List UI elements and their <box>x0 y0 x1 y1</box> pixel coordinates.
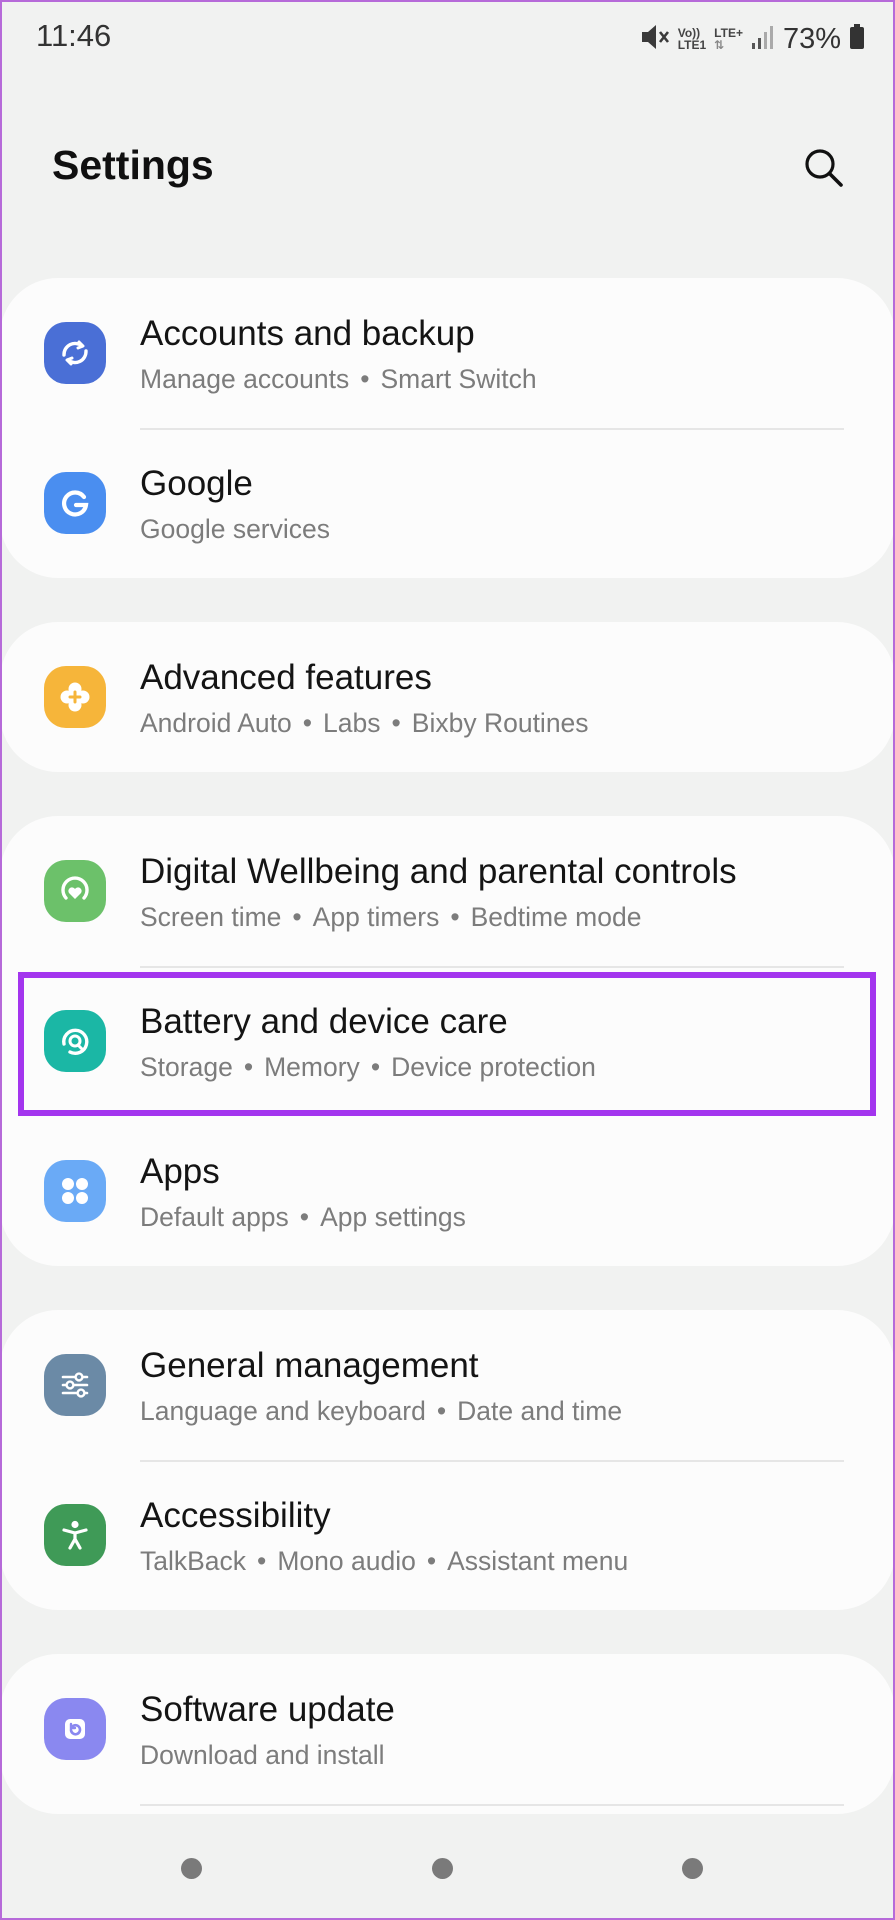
sync-icon <box>44 322 106 384</box>
subtitle-part: Memory <box>264 1052 360 1082</box>
subtitle-part: Android Auto <box>140 708 292 738</box>
item-subtitle: Android Auto • Labs • Bixby Routines <box>140 708 589 738</box>
item-subtitle: Storage • Memory • Device protection <box>140 1052 596 1082</box>
settings-item-accounts-and-backup[interactable]: Accounts and backup Manage accounts • Smar… <box>0 278 895 428</box>
subtitle-part: Labs <box>323 708 381 738</box>
settings-item-software-update[interactable]: Software update Download and install <box>0 1654 895 1804</box>
settings-item-google[interactable]: Google Google services <box>0 428 895 578</box>
status-time: 11:46 <box>36 18 112 53</box>
recent-apps-button[interactable] <box>181 1858 202 1879</box>
card-accounts: Accounts and backup Manage accounts • Smar… <box>0 278 895 578</box>
item-title: Battery and device care <box>140 1002 508 1041</box>
item-title: General management <box>140 1346 479 1385</box>
item-title: Advanced features <box>140 658 432 697</box>
status-bar: 11:46 Vo)) LTE1 LTE+ ⇅ 73% <box>0 0 895 76</box>
accessibility-person-icon <box>44 1504 106 1566</box>
settings-item-apps[interactable]: Apps Default apps • App settings <box>0 1116 895 1266</box>
card-advanced: Advanced features Android Auto • Labs • Bixb… <box>0 622 895 772</box>
subtitle-part: Date and time <box>457 1396 623 1426</box>
item-title: Apps <box>140 1152 220 1191</box>
subtitle-part: Storage <box>140 1052 233 1082</box>
lte-plus-indicator: LTE+ ⇅ <box>714 27 743 51</box>
item-subtitle: Google services <box>140 514 330 545</box>
search-button[interactable] <box>798 142 850 194</box>
item-subtitle: Default apps • App settings <box>140 1202 466 1232</box>
subtitle-part: Download and install <box>140 1740 385 1770</box>
card-software: Software update Download and install <box>0 1654 895 1814</box>
status-icons: Vo)) LTE1 LTE+ ⇅ 73% <box>640 20 865 58</box>
mute-icon <box>640 23 670 56</box>
item-title: Software update <box>140 1690 395 1729</box>
item-subtitle: Language and keyboard • Date and time <box>140 1396 623 1426</box>
subtitle-part: Assistant menu <box>447 1546 629 1576</box>
sliders-icon <box>44 1354 106 1416</box>
settings-item-general-management[interactable]: General management Language and keyboard… <box>0 1310 895 1460</box>
subtitle-part: Mono audio <box>277 1546 416 1576</box>
subtitle-part: Bixby Routines <box>411 708 589 738</box>
subtitle-part: Google services <box>140 514 331 544</box>
subtitle-part: App settings <box>320 1202 466 1232</box>
back-button[interactable] <box>682 1858 703 1879</box>
subtitle-part: App timers <box>312 902 440 932</box>
settings-item-digital-wellbeing[interactable]: Digital Wellbeing and parental controls … <box>0 816 895 966</box>
apps-grid-icon <box>44 1160 106 1222</box>
settings-item-accessibility[interactable]: Accessibility TalkBack • Mono audio • Assist… <box>0 1460 895 1610</box>
subtitle-part: Device protection <box>391 1052 596 1082</box>
item-subtitle: TalkBack • Mono audio • Assistant menu <box>140 1546 629 1576</box>
data-arrows-icon: ⇅ <box>714 38 725 52</box>
page-title: Settings <box>52 142 214 188</box>
subtitle-part: Screen time <box>140 902 282 932</box>
item-title: Accessibility <box>140 1496 331 1535</box>
item-subtitle: Screen time • App timers • Bedtime mode <box>140 902 642 932</box>
battery-percent: 73% <box>782 22 841 55</box>
card-device: Digital Wellbeing and parental controls … <box>0 816 895 1266</box>
settings-item-battery-and-device-care[interactable]: Battery and device care Storage • Memory • D… <box>0 966 895 1116</box>
subtitle-part: Manage accounts <box>140 364 350 394</box>
battery-icon <box>849 23 865 55</box>
software-update-icon <box>44 1698 106 1760</box>
signal-icon <box>751 23 775 56</box>
heart-ring-icon <box>44 860 106 922</box>
lte1-label: LTE1 <box>677 38 707 52</box>
subtitle-part: TalkBack <box>140 1546 247 1576</box>
subtitle-part: Language and keyboard <box>140 1396 426 1426</box>
item-subtitle: Manage accounts • Smart Switch <box>140 364 537 394</box>
puzzle-plus-icon <box>44 666 106 728</box>
item-title: Accounts and backup <box>140 314 475 353</box>
google-g-icon <box>44 472 106 534</box>
search-icon <box>805 149 843 187</box>
home-button[interactable] <box>432 1858 453 1879</box>
card-general: General management Language and keyboard… <box>0 1310 895 1610</box>
settings-item-advanced-features[interactable]: Advanced features Android Auto • Labs • Bixb… <box>0 622 895 772</box>
divider <box>140 1804 844 1806</box>
item-title: Google <box>140 464 253 503</box>
subtitle-part: Smart Switch <box>380 364 537 394</box>
device-care-icon <box>44 1010 106 1072</box>
subtitle-part: Default apps <box>140 1202 289 1232</box>
item-title: Digital Wellbeing and parental controls <box>140 852 737 891</box>
item-subtitle: Download and install <box>140 1740 385 1771</box>
network-label: Vo)) LTE1 <box>678 27 706 51</box>
subtitle-part: Bedtime mode <box>470 902 642 932</box>
